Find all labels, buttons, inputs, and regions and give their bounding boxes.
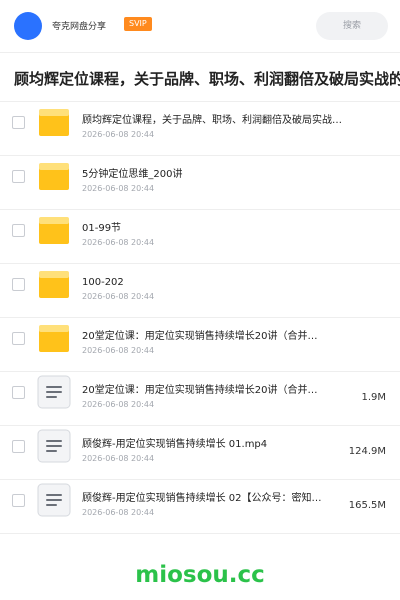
file-row[interactable]: 20堂定位课：用定位实现销售持续增长20讲（合并… 2026-06-08 20:…: [0, 318, 400, 372]
folder-icon: [39, 271, 69, 298]
row-checkbox[interactable]: [12, 278, 25, 291]
document-icon: [37, 375, 71, 409]
file-date: 2026-06-08 20:44: [82, 400, 155, 409]
file-date: 2026-06-08 20:44: [82, 292, 155, 301]
file-row[interactable]: 20堂定位课：用定位实现销售持续增长20讲（合并… 2026-06-08 20:…: [0, 372, 400, 426]
header: 夸克网盘分享 SVIP 搜索: [0, 0, 400, 52]
app-title: 夸克网盘分享: [52, 22, 107, 32]
file-size: 1.9M: [361, 392, 386, 403]
file-name: 5分钟定位思维_200讲: [82, 169, 183, 180]
file-date: 2026-06-08 20:44: [82, 238, 155, 247]
file-date: 2026-06-08 20:44: [82, 184, 155, 193]
row-checkbox[interactable]: [12, 170, 25, 183]
file-date: 2026-06-08 20:44: [82, 346, 155, 355]
file-name: 顾均辉定位课程，关于品牌、职场、利润翻倍及破局实战…: [82, 115, 342, 126]
file-name: 01-99节: [82, 223, 122, 234]
document-icon: [37, 429, 71, 463]
file-row[interactable]: 顾俊辉-用定位实现销售持续增长 01.mp4 2026-06-08 20:44 …: [0, 426, 400, 480]
file-date: 2026-06-08 20:44: [82, 508, 155, 517]
file-row[interactable]: 100-202 2026-06-08 20:44: [0, 264, 400, 318]
row-checkbox[interactable]: [12, 332, 25, 345]
file-row[interactable]: 01-99节 2026-06-08 20:44: [0, 210, 400, 264]
avatar[interactable]: [14, 12, 42, 40]
file-list: 顾均辉定位课程，关于品牌、职场、利润翻倍及破局实战… 2026-06-08 20…: [0, 102, 400, 534]
title-bar: 顾均辉定位课程，关于品牌、职场、利润翻倍及破局实战的: [0, 52, 400, 102]
file-size: 165.5M: [348, 500, 386, 511]
file-name: 顾俊辉-用定位实现销售持续增长 01.mp4: [82, 439, 268, 450]
folder-icon: [39, 109, 69, 136]
document-icon: [37, 483, 71, 517]
file-date: 2026-06-08 20:44: [82, 130, 155, 139]
watermark: miosou.cc: [135, 562, 265, 588]
file-row[interactable]: 顾俊辉-用定位实现销售持续增长 02【公众号：密知… 2026-06-08 20…: [0, 480, 400, 534]
file-date: 2026-06-08 20:44: [82, 454, 155, 463]
row-checkbox[interactable]: [12, 224, 25, 237]
folder-icon: [39, 163, 69, 190]
file-size: 124.9M: [348, 446, 386, 457]
file-row[interactable]: 5分钟定位思维_200讲 2026-06-08 20:44: [0, 156, 400, 210]
svip-badge: SVIP: [124, 17, 152, 31]
row-checkbox[interactable]: [12, 116, 25, 129]
row-checkbox[interactable]: [12, 440, 25, 453]
search-button[interactable]: 搜索: [316, 12, 388, 40]
page-title: 顾均辉定位课程，关于品牌、职场、利润翻倍及破局实战的: [14, 70, 400, 88]
folder-icon: [39, 217, 69, 244]
file-row[interactable]: 顾均辉定位课程，关于品牌、职场、利润翻倍及破局实战… 2026-06-08 20…: [0, 102, 400, 156]
row-checkbox[interactable]: [12, 386, 25, 399]
row-checkbox[interactable]: [12, 494, 25, 507]
file-name: 100-202: [82, 277, 124, 288]
share-page: 夸克网盘分享 SVIP 搜索 顾均辉定位课程，关于品牌、职场、利润翻倍及破局实战…: [0, 0, 400, 600]
folder-icon: [39, 325, 69, 352]
